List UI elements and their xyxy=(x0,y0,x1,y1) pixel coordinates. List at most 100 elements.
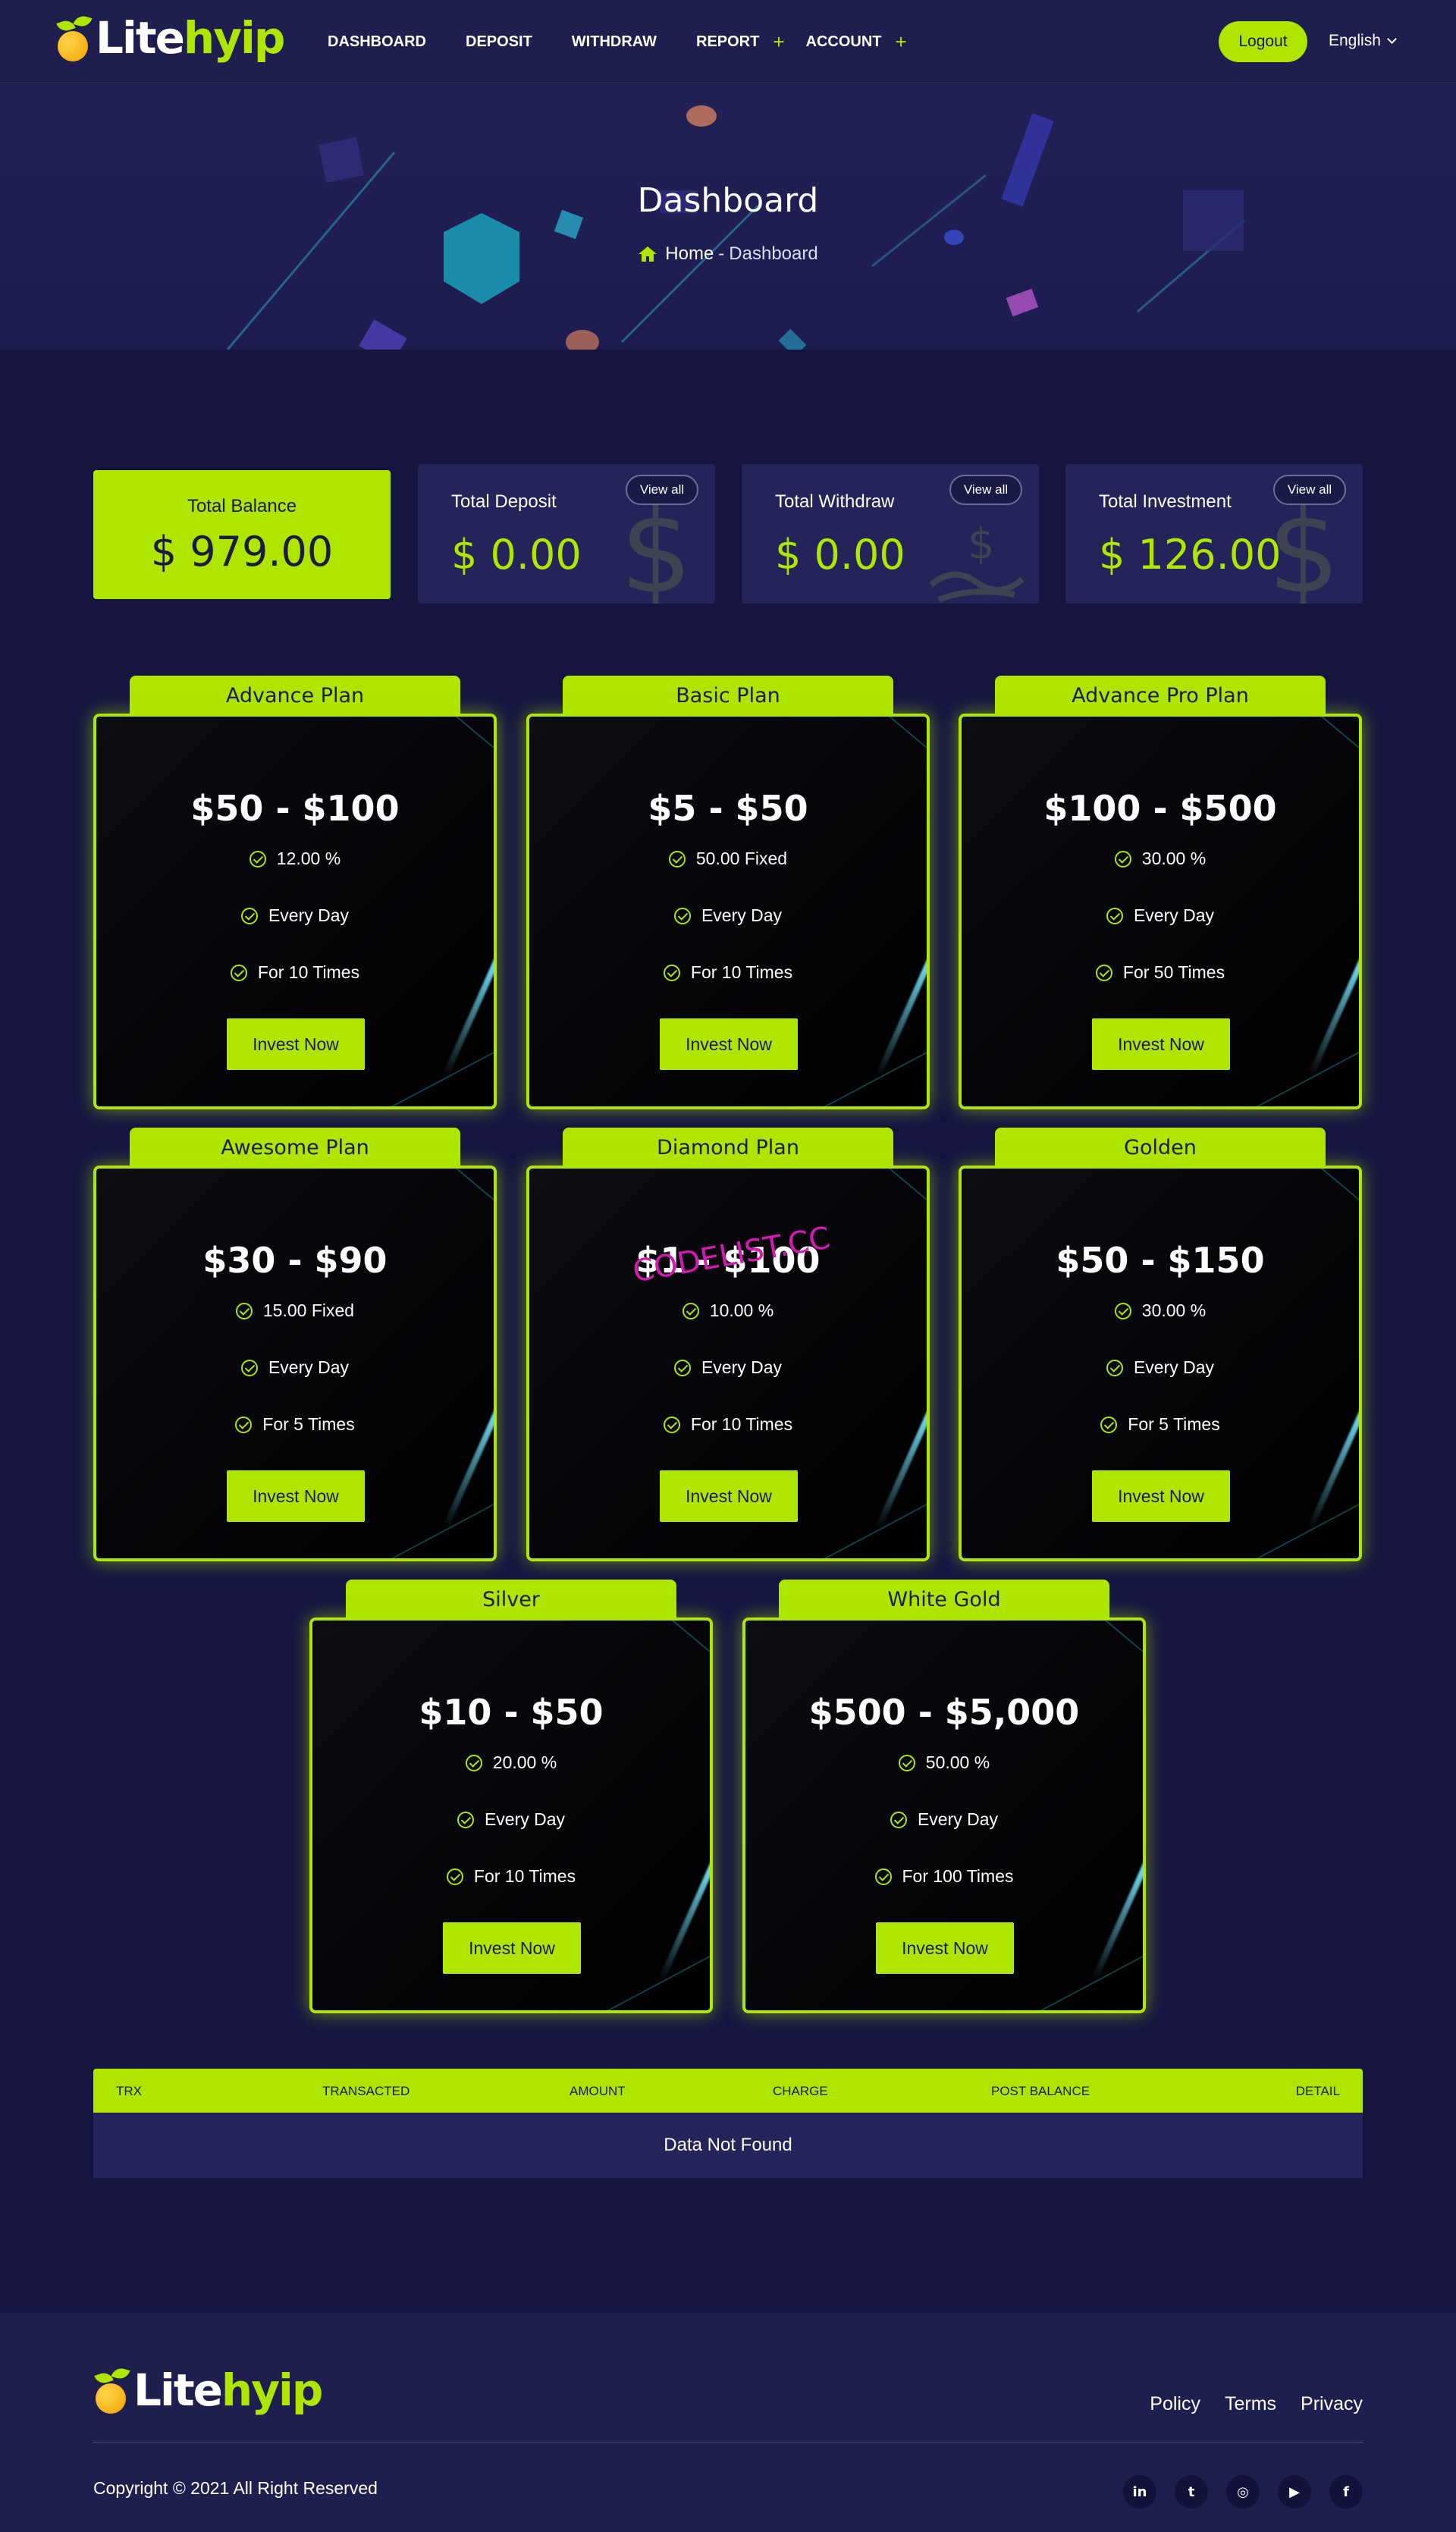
plan-body: $100 - $500 30.00 % Every Day For 50 Tim… xyxy=(959,714,1362,1109)
check-circle-icon xyxy=(235,1416,253,1433)
nav-dashboard[interactable]: DASHBOARD xyxy=(328,33,426,51)
footer-logo[interactable]: Litehyip xyxy=(93,2364,323,2416)
plan-card: Advance Pro Plan $100 - $500 30.00 % Eve… xyxy=(959,676,1362,1123)
footer-link-policy[interactable]: Policy xyxy=(1150,2393,1200,2415)
total-deposit-value: $ 0.00 xyxy=(451,531,582,579)
plan-card: Diamond Plan $1 - $100 10.00 % Every Day… xyxy=(526,1128,930,1575)
plan-card: Awesome Plan $30 - $90 15.00 Fixed Every… xyxy=(93,1128,497,1575)
plan-period: Every Day xyxy=(745,1809,1143,1830)
total-balance-value: $ 979.00 xyxy=(150,528,334,576)
plan-interest: 10.00 % xyxy=(529,1301,927,1321)
nav-deposit[interactable]: DEPOSIT xyxy=(466,33,532,51)
plan-interest: 20.00 % xyxy=(312,1752,710,1773)
total-balance-label: Total Balance xyxy=(187,496,297,516)
check-circle-icon xyxy=(663,1416,680,1433)
plan-body: $50 - $100 12.00 % Every Day For 10 Time… xyxy=(93,714,497,1109)
check-circle-icon xyxy=(682,1302,699,1319)
check-circle-icon xyxy=(1114,850,1131,868)
plan-card: Advance Plan $50 - $100 12.00 % Every Da… xyxy=(93,676,497,1123)
site-footer: Litehyip Policy Terms Privacy Copyright … xyxy=(0,2313,1456,2532)
nav-report[interactable]: REPORT + xyxy=(696,30,785,54)
check-circle-icon xyxy=(668,850,686,868)
plan-interest: 15.00 Fixed xyxy=(96,1301,494,1321)
plan-times: For 10 Times xyxy=(312,1866,710,1887)
plan-period: Every Day xyxy=(96,905,494,926)
invest-now-button[interactable]: Invest Now xyxy=(227,1018,365,1070)
check-circle-icon xyxy=(249,850,266,868)
plan-card: White Gold $500 - $5,000 50.00 % Every D… xyxy=(742,1580,1146,2027)
youtube-icon[interactable]: ▶ xyxy=(1278,2475,1311,2508)
check-circle-icon xyxy=(446,1868,463,1885)
invest-now-button[interactable]: Invest Now xyxy=(1092,1470,1230,1522)
check-circle-icon xyxy=(1100,1416,1118,1433)
plan-body: $10 - $50 20.00 % Every Day For 10 Times… xyxy=(309,1617,713,2013)
plan-range: $500 - $5,000 xyxy=(808,1692,1080,1733)
investment-view-all-button[interactable]: View all xyxy=(1273,475,1346,505)
check-circle-icon xyxy=(673,1359,691,1376)
check-circle-icon xyxy=(457,1811,474,1828)
invest-now-button[interactable]: Invest Now xyxy=(660,1018,798,1070)
plan-range: $50 - $100 xyxy=(190,788,400,829)
nav-account[interactable]: ACCOUNT + xyxy=(806,30,907,54)
plan-times: For 10 Times xyxy=(529,1414,927,1435)
plan-interest: 50.00 % xyxy=(745,1752,1143,1773)
plan-name: Basic Plan xyxy=(563,676,893,715)
total-investment-card: $ Total Investment $ 126.00 View all xyxy=(1065,464,1363,604)
check-circle-icon xyxy=(663,964,680,981)
withdraw-view-all-button[interactable]: View all xyxy=(949,475,1022,505)
col-amount: AMOUNT xyxy=(570,2084,626,2098)
total-investment-label: Total Investment xyxy=(1099,491,1232,512)
plan-card: Silver $10 - $50 20.00 % Every Day For 1… xyxy=(309,1580,713,2027)
plan-period: Every Day xyxy=(529,1357,927,1378)
check-circle-icon xyxy=(898,1754,915,1771)
linkedin-icon[interactable]: in xyxy=(1123,2475,1156,2508)
breadcrumb-home[interactable]: Home xyxy=(665,243,714,265)
plan-times: For 5 Times xyxy=(962,1414,1359,1435)
check-circle-icon xyxy=(240,907,258,924)
check-circle-icon xyxy=(465,1754,482,1771)
plus-icon[interactable]: + xyxy=(896,30,907,54)
plan-card: Golden $50 - $150 30.00 % Every Day For … xyxy=(959,1128,1362,1575)
footer-link-terms[interactable]: Terms xyxy=(1225,2393,1276,2415)
page-banner: Dashboard Home - Dashboard xyxy=(0,84,1456,350)
invest-now-button[interactable]: Invest Now xyxy=(443,1922,581,1974)
invest-now-button[interactable]: Invest Now xyxy=(227,1470,365,1522)
check-circle-icon xyxy=(1095,964,1112,981)
plan-times: For 5 Times xyxy=(96,1414,494,1435)
plan-range: $30 - $90 xyxy=(202,1240,388,1281)
instagram-icon[interactable]: ◎ xyxy=(1226,2475,1260,2508)
breadcrumb-separator: - xyxy=(718,243,725,264)
language-select[interactable]: English xyxy=(1329,32,1397,50)
logo-icon xyxy=(55,14,96,61)
plan-range: $10 - $50 xyxy=(419,1692,604,1733)
logo-text: Litehyip xyxy=(133,2364,323,2416)
total-balance-card: Total Balance $ 979.00 xyxy=(93,470,391,599)
plan-name: Silver xyxy=(346,1580,676,1619)
total-withdraw-card: $ Total Withdraw $ 0.00 View all xyxy=(742,464,1039,604)
nav-withdraw[interactable]: WITHDRAW xyxy=(572,33,657,51)
plan-range: $50 - $150 xyxy=(1056,1240,1265,1281)
footer-link-privacy[interactable]: Privacy xyxy=(1301,2393,1363,2415)
invest-now-button[interactable]: Invest Now xyxy=(876,1922,1014,1974)
twitter-icon[interactable]: t xyxy=(1175,2475,1208,2508)
facebook-icon[interactable]: f xyxy=(1329,2475,1363,2508)
plan-period: Every Day xyxy=(96,1357,494,1378)
plan-times: For 10 Times xyxy=(96,962,494,983)
deposit-view-all-button[interactable]: View all xyxy=(626,475,698,505)
site-header: Litehyip DASHBOARD DEPOSIT WITHDRAW REPO… xyxy=(0,0,1456,83)
page-title: Dashboard xyxy=(637,181,819,220)
check-circle-icon xyxy=(874,1868,892,1885)
logout-button[interactable]: Logout xyxy=(1219,21,1307,62)
brand-logo[interactable]: Litehyip xyxy=(55,12,285,64)
plus-icon[interactable]: + xyxy=(773,30,784,54)
plan-interest: 30.00 % xyxy=(962,849,1359,869)
invest-now-button[interactable]: Invest Now xyxy=(1092,1018,1230,1070)
plan-name: Golden xyxy=(995,1128,1326,1167)
breadcrumb-current: Dashboard xyxy=(729,243,818,264)
total-deposit-card: $ Total Deposit $ 0.00 View all xyxy=(418,464,715,604)
plan-name: Diamond Plan xyxy=(563,1128,893,1167)
social-links: in t ◎ ▶ f xyxy=(1105,2475,1363,2508)
logo-text: Litehyip xyxy=(96,12,285,64)
plan-name: Advance Plan xyxy=(130,676,460,715)
invest-now-button[interactable]: Invest Now xyxy=(660,1470,798,1522)
